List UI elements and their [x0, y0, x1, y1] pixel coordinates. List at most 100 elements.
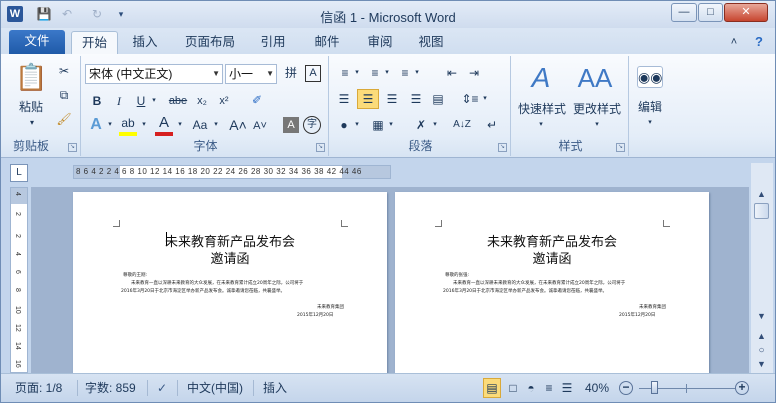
tab-review[interactable]: 审阅 [358, 31, 402, 54]
show-marks-icon[interactable]: ↵ [483, 116, 501, 134]
superscript-icon[interactable]: x² [215, 92, 233, 110]
underline-icon[interactable]: U [133, 92, 149, 110]
zoom-out-icon[interactable]: − [619, 381, 633, 395]
quick-styles-dropdown-icon[interactable]: ▾ [535, 116, 547, 134]
highlight-icon[interactable]: ab [119, 114, 137, 136]
outline-icon[interactable]: ≡ [541, 379, 557, 397]
binoculars-icon[interactable]: ◉◉ [637, 66, 663, 88]
proofing-icon[interactable]: ✓ [157, 379, 167, 397]
web-layout-icon[interactable]: ◓ [523, 379, 539, 397]
chevron-down-icon[interactable]: ▼ [212, 65, 220, 83]
multilevel-list-icon[interactable]: ≡ [397, 64, 413, 82]
tab-view[interactable]: 视图 [411, 31, 451, 54]
minimize-ribbon-icon[interactable]: ˄ [725, 31, 743, 54]
cut-icon[interactable]: ✂ [55, 62, 73, 80]
chinese-layout-dropdown-icon[interactable]: ▾ [431, 116, 439, 134]
bold-icon[interactable]: B [89, 92, 105, 110]
change-styles-dropdown-icon[interactable]: ▾ [591, 116, 603, 134]
font-size-combo[interactable]: 小一 ▼ [225, 64, 277, 84]
tab-page-layout[interactable]: 页面布局 [179, 31, 241, 54]
paste-dropdown-icon[interactable]: ▾ [25, 114, 39, 132]
page-count[interactable]: 页面: 1/8 [15, 379, 62, 397]
clipboard-launcher-icon[interactable]: ↘ [68, 143, 77, 152]
align-right-icon[interactable]: ☰ [383, 90, 401, 108]
font-color-icon[interactable]: A [155, 114, 173, 136]
italic-icon[interactable]: I [111, 92, 127, 110]
align-left-icon[interactable]: ☰ [335, 90, 353, 108]
close-button[interactable]: ✕ [724, 3, 768, 22]
help-icon[interactable]: ? [749, 31, 769, 54]
paste-icon[interactable]: 📋 [15, 60, 47, 94]
numbering-dropdown-icon[interactable]: ▾ [383, 64, 391, 82]
highlight-dropdown-icon[interactable]: ▾ [139, 116, 149, 134]
sort-icon[interactable]: A↓Z [453, 116, 471, 134]
page-1[interactable]: 未来教育新产品发布会 邀请函 尊敬的王刚: 未来教育一直以深耕未来教育的大众发展… [73, 192, 387, 373]
word-count[interactable]: 字数: 859 [85, 379, 136, 397]
vertical-ruler[interactable]: 4 2 2 4 6 8 10 12 14 16 [10, 187, 28, 373]
minimize-button[interactable]: — [671, 3, 697, 22]
align-center-icon[interactable]: ☰ [357, 89, 379, 109]
editing-button[interactable]: 编辑 [631, 98, 669, 115]
bullets-icon[interactable]: ≡ [337, 64, 353, 82]
tab-selector-icon[interactable]: L [10, 164, 28, 182]
subscript-icon[interactable]: x₂ [193, 92, 211, 110]
line-spacing-icon[interactable]: ⇕≡ [461, 90, 479, 108]
print-layout-icon[interactable]: ▤ [483, 378, 501, 398]
underline-dropdown-icon[interactable]: ▾ [149, 92, 159, 110]
tab-mailings[interactable]: 邮件 [305, 31, 349, 54]
insert-mode[interactable]: 插入 [263, 379, 287, 397]
change-styles-button[interactable]: 更改样式 [569, 100, 625, 117]
clear-formatting-icon[interactable]: ✐ [247, 91, 267, 109]
styles-launcher-icon[interactable]: ↘ [616, 143, 625, 152]
shrink-font-icon[interactable]: A˅ [251, 117, 269, 135]
character-shading-icon[interactable]: A [283, 117, 299, 133]
scroll-thumb[interactable] [754, 203, 769, 219]
tab-file[interactable]: 文件 [9, 30, 65, 54]
scroll-up-icon[interactable]: ▲ [753, 187, 770, 203]
change-case-dropdown-icon[interactable]: ▾ [211, 116, 221, 134]
strikethrough-icon[interactable]: abe [167, 92, 189, 110]
shading-icon[interactable]: ● [335, 116, 353, 134]
language[interactable]: 中文(中国) [187, 379, 243, 397]
tab-insert[interactable]: 插入 [121, 31, 169, 54]
horizontal-ruler[interactable]: 8 6 4 2 2 4 6 8 10 12 14 16 18 20 22 24 … [73, 165, 391, 179]
decrease-indent-icon[interactable]: ⇤ [443, 64, 461, 82]
full-screen-reading-icon[interactable]: □ [505, 379, 521, 397]
grow-font-icon[interactable]: A˄ [229, 116, 247, 134]
shading-dropdown-icon[interactable]: ▾ [353, 116, 361, 134]
chinese-layout-icon[interactable]: ✗ [411, 116, 431, 134]
tab-home[interactable]: 开始 [71, 31, 118, 54]
text-effects-icon[interactable]: A [87, 116, 105, 134]
draft-icon[interactable]: ☰ [559, 379, 575, 397]
change-case-icon[interactable]: Aa [189, 116, 211, 134]
quick-styles-icon[interactable]: A [521, 60, 561, 96]
document-area[interactable]: 未来教育新产品发布会 邀请函 尊敬的王刚: 未来教育一直以深耕未来教育的大众发展… [31, 187, 749, 373]
copy-icon[interactable]: ⧉ [55, 86, 73, 104]
maximize-button[interactable]: □ [698, 3, 723, 22]
paste-button[interactable]: 粘贴 [11, 98, 51, 115]
borders-icon[interactable]: ▦ [369, 116, 387, 134]
editing-dropdown-icon[interactable]: ▾ [644, 114, 656, 132]
tab-references[interactable]: 引用 [251, 31, 295, 54]
next-page-icon[interactable]: ▼ [753, 357, 770, 373]
font-launcher-icon[interactable]: ↘ [316, 143, 325, 152]
character-border-icon[interactable]: A [305, 65, 321, 82]
phonetic-guide-icon[interactable]: 拼 [281, 64, 301, 82]
quick-styles-button[interactable]: 快速样式 [515, 100, 569, 117]
bullets-dropdown-icon[interactable]: ▾ [353, 64, 361, 82]
enclose-characters-icon[interactable]: 字 [303, 116, 321, 134]
multilevel-dropdown-icon[interactable]: ▾ [413, 64, 421, 82]
borders-dropdown-icon[interactable]: ▾ [387, 116, 395, 134]
line-spacing-dropdown-icon[interactable]: ▾ [481, 90, 489, 108]
zoom-level[interactable]: 40% [585, 379, 609, 397]
format-painter-icon[interactable]: 🖌 [55, 110, 73, 128]
scroll-down-icon[interactable]: ▼ [753, 309, 770, 325]
zoom-in-icon[interactable]: + [735, 381, 749, 395]
font-name-combo[interactable]: 宋体 (中文正文) ▼ [85, 64, 223, 84]
font-color-dropdown-icon[interactable]: ▾ [175, 116, 185, 134]
increase-indent-icon[interactable]: ⇥ [465, 64, 483, 82]
numbering-icon[interactable]: ≡ [367, 64, 383, 82]
distributed-icon[interactable]: ▤ [429, 90, 447, 108]
justify-icon[interactable]: ☰ [407, 90, 425, 108]
chevron-down-icon[interactable]: ▼ [266, 65, 274, 83]
